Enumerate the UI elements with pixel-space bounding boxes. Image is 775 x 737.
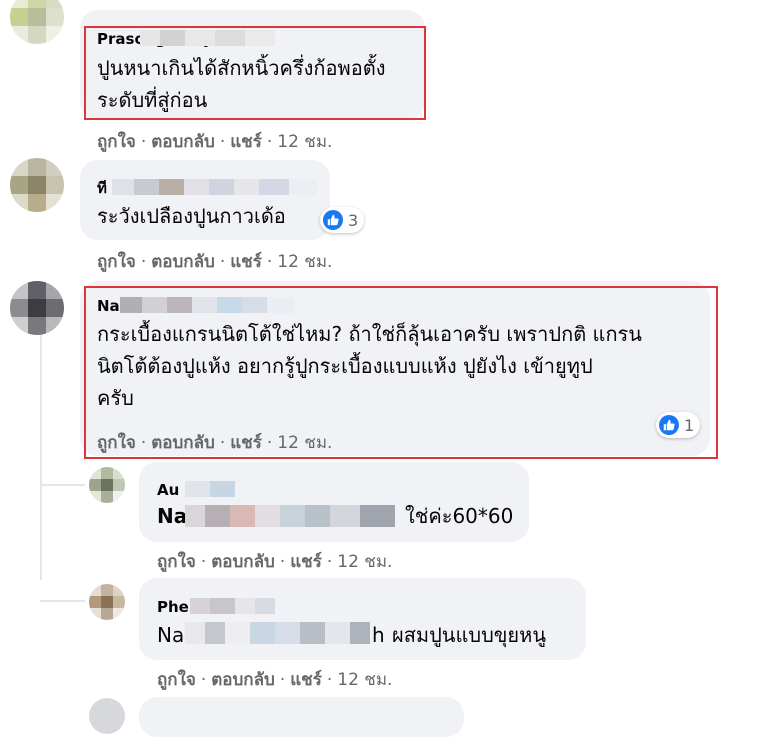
share-button[interactable]: แชร์ xyxy=(290,552,322,572)
reply-text: ใช่ค่ะ60*60 xyxy=(405,504,514,528)
timestamp[interactable]: 12 ชม. xyxy=(277,132,332,152)
reply-actions: ถูกใจ · ตอบกลับ · แชร์ · 12 ชม. xyxy=(157,670,393,690)
share-button[interactable]: แชร์ xyxy=(230,132,262,152)
like-button[interactable]: ถูกใจ xyxy=(157,552,196,572)
reply-button[interactable]: ตอบกลับ xyxy=(211,552,275,572)
avatar[interactable] xyxy=(89,467,125,503)
reply-text: Na xyxy=(157,623,185,647)
reply-author[interactable]: Au xyxy=(157,481,179,499)
comment-actions: ถูกใจ · ตอบกลับ · แชร์ · 12 ชม. xyxy=(97,132,333,152)
avatar[interactable] xyxy=(10,281,64,335)
reply-author[interactable]: Phe xyxy=(157,598,189,616)
timestamp[interactable]: 12 ชม. xyxy=(337,670,392,690)
blurred-mention xyxy=(185,505,395,527)
timestamp[interactable]: 12 ชม. xyxy=(277,252,332,272)
reply-text: h xyxy=(372,623,385,647)
timestamp[interactable]: 12 ชม. xyxy=(337,552,392,572)
like-button[interactable]: ถูกใจ xyxy=(157,670,196,690)
share-button[interactable]: แชร์ xyxy=(290,670,322,690)
thread-branch-2 xyxy=(40,600,85,602)
highlight-box xyxy=(84,26,426,120)
reply-bubble xyxy=(139,697,464,737)
reply-actions: ถูกใจ · ตอบกลับ · แชร์ · 12 ชม. xyxy=(157,552,393,572)
blurred-name xyxy=(190,598,275,614)
like-button[interactable]: ถูกใจ xyxy=(97,132,136,152)
thread-branch-1 xyxy=(40,484,85,486)
reply-button[interactable]: ตอบกลับ xyxy=(151,132,215,152)
blurred-mention xyxy=(185,622,370,644)
avatar[interactable] xyxy=(89,698,125,734)
comment-text: ระวังเปลืองปูนกาวเด้อ xyxy=(97,204,286,228)
reply-button[interactable]: ตอบกลับ xyxy=(151,252,215,272)
avatar[interactable] xyxy=(10,0,64,44)
reaction-count[interactable]: 3 xyxy=(320,207,365,233)
highlight-box xyxy=(84,286,718,459)
like-button[interactable]: ถูกใจ xyxy=(97,252,136,272)
blurred-name xyxy=(112,179,317,195)
like-thumb-icon xyxy=(323,210,343,230)
thread-line xyxy=(40,330,42,580)
reply-text: Na xyxy=(157,504,188,528)
avatar[interactable] xyxy=(10,158,64,212)
reply-text: ผสมปูนแบบขุยหนู xyxy=(392,623,547,647)
blurred-name xyxy=(185,481,235,497)
comment-actions: ถูกใจ · ตอบกลับ · แชร์ · 12 ชม. xyxy=(97,252,333,272)
avatar[interactable] xyxy=(89,584,125,620)
comment-author[interactable]: ที xyxy=(97,179,107,197)
share-button[interactable]: แชร์ xyxy=(230,252,262,272)
reply-button[interactable]: ตอบกลับ xyxy=(211,670,275,690)
